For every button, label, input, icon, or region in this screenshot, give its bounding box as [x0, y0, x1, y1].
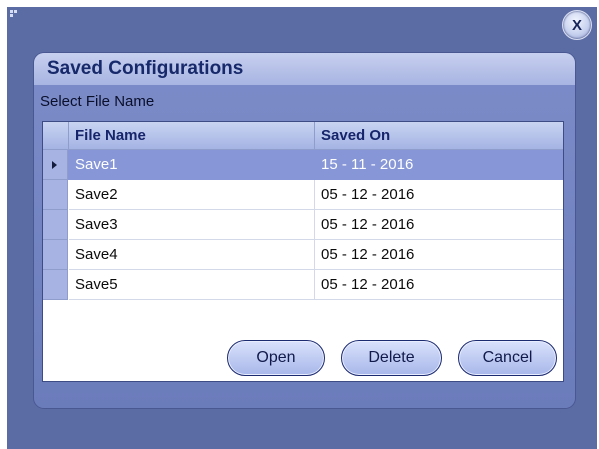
- saved-configurations-dialog: Saved Configurations Select File Name Fi…: [34, 53, 575, 408]
- close-button[interactable]: X: [562, 10, 592, 40]
- saved-on-cell[interactable]: 05 - 12 - 2016: [315, 180, 563, 210]
- row-selector[interactable]: [43, 180, 68, 210]
- column-header-saved-on[interactable]: Saved On: [315, 122, 563, 150]
- select-file-label: Select File Name: [40, 93, 155, 110]
- column-header-file-name[interactable]: File Name: [69, 122, 315, 150]
- row-header-corner: [43, 122, 69, 150]
- resize-grip-icon: [10, 10, 17, 17]
- saved-on-cell[interactable]: 05 - 12 - 2016: [315, 210, 563, 240]
- dialog-title-bar: Saved Configurations: [34, 53, 575, 85]
- row-selector[interactable]: [43, 150, 68, 180]
- table-row[interactable]: Save4 05 - 12 - 2016: [43, 240, 563, 270]
- delete-button[interactable]: Delete: [341, 340, 442, 376]
- saved-on-cell[interactable]: 05 - 12 - 2016: [315, 270, 563, 300]
- file-name-cell[interactable]: Save5: [69, 270, 315, 300]
- row-selector[interactable]: [43, 210, 68, 240]
- file-name-cell[interactable]: Save3: [69, 210, 315, 240]
- row-selector[interactable]: [43, 270, 68, 300]
- cancel-button[interactable]: Cancel: [458, 340, 557, 376]
- table-row[interactable]: Save1 15 - 11 - 2016: [43, 150, 563, 180]
- open-button[interactable]: Open: [227, 340, 325, 376]
- file-name-cell[interactable]: Save2: [69, 180, 315, 210]
- file-name-cell[interactable]: Save4: [69, 240, 315, 270]
- saved-on-cell[interactable]: 05 - 12 - 2016: [315, 240, 563, 270]
- row-selector[interactable]: [43, 240, 68, 270]
- table-row[interactable]: Save5 05 - 12 - 2016: [43, 270, 563, 300]
- table-row[interactable]: Save3 05 - 12 - 2016: [43, 210, 563, 240]
- file-name-cell[interactable]: Save1: [69, 150, 315, 180]
- table-row[interactable]: Save2 05 - 12 - 2016: [43, 180, 563, 210]
- saved-on-cell[interactable]: 15 - 11 - 2016: [315, 150, 563, 180]
- dialog-title: Saved Configurations: [47, 58, 244, 79]
- current-row-arrow-icon: [52, 161, 57, 169]
